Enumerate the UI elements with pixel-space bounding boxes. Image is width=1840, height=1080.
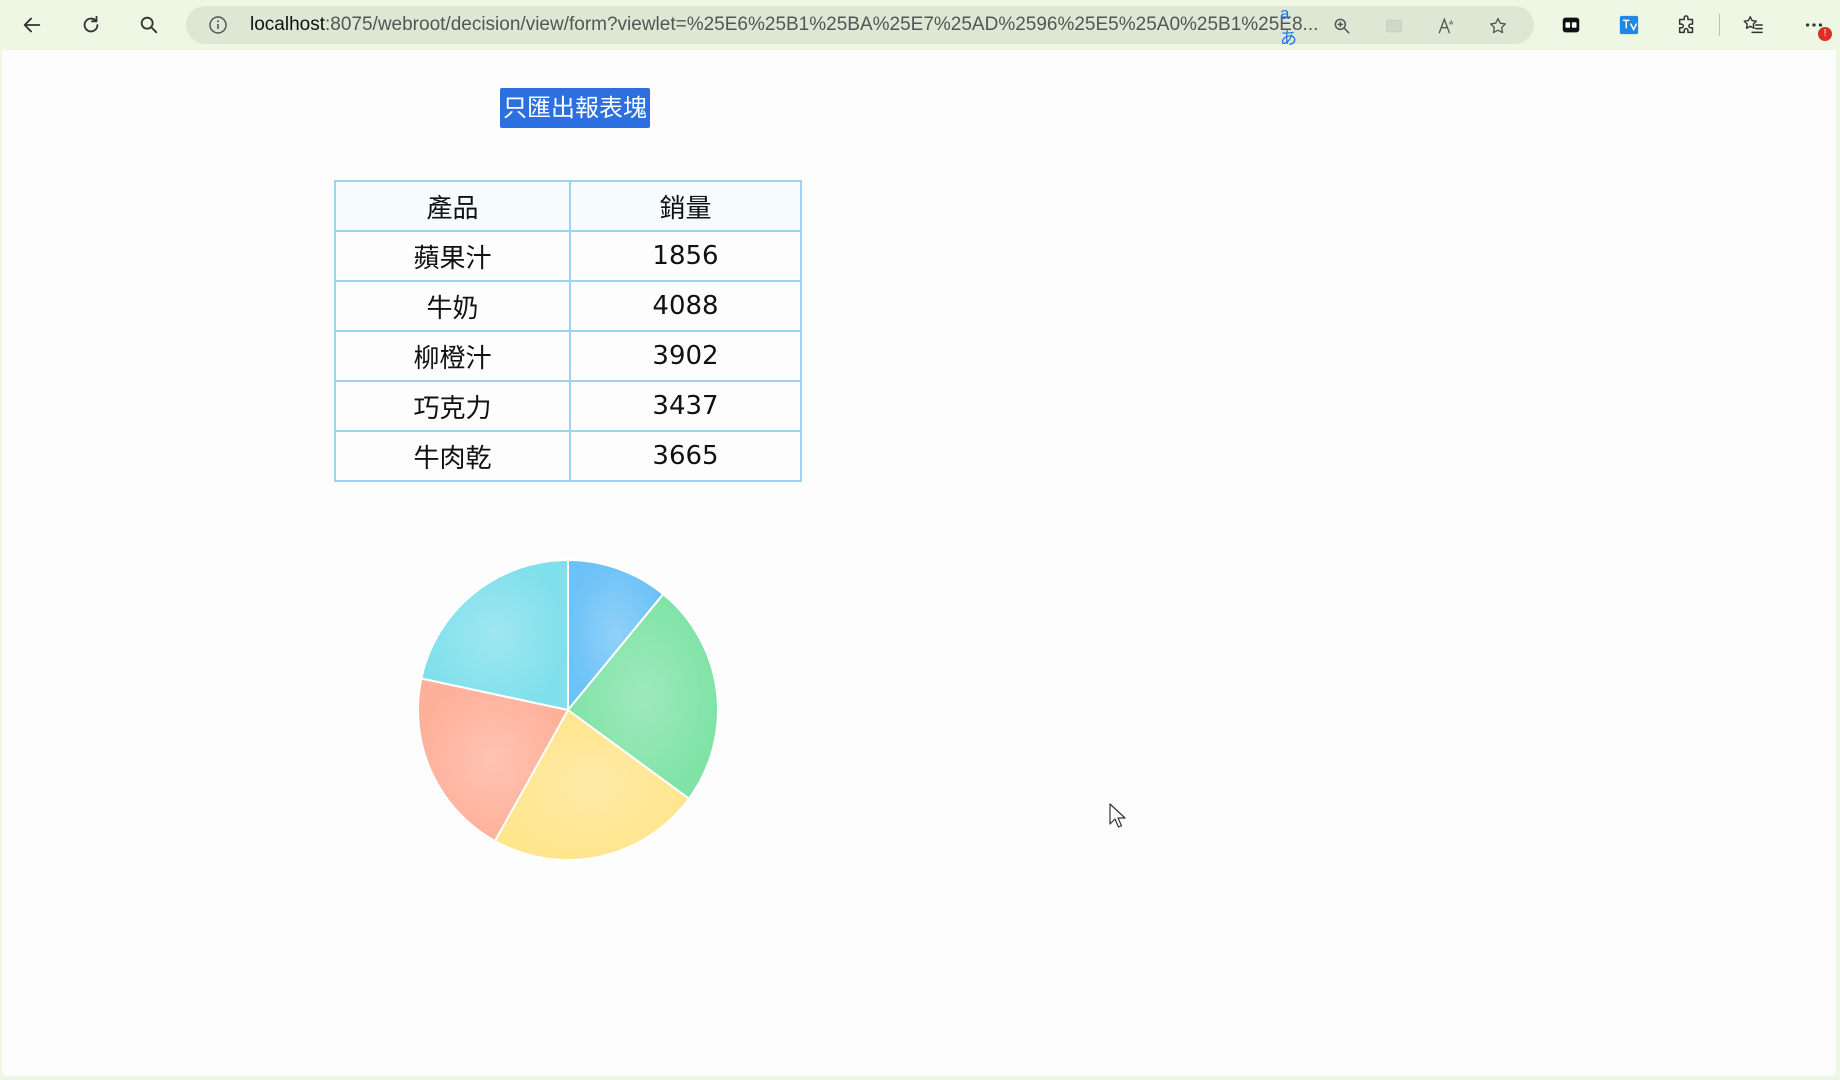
menu-button[interactable]: ! [1796,7,1832,43]
url-path: :8075/webroot/decision/view/form?viewlet… [325,14,1319,35]
star-icon [1490,17,1506,34]
notification-badge: ! [1818,27,1832,41]
cell-sales: 3902 [569,330,802,382]
immersive-button[interactable] [1383,15,1405,37]
table-row: 巧克力 3437 [334,380,802,432]
url-text[interactable]: localhost:8075/webroot/decision/view/for… [250,6,1450,44]
table-row: 蘋果汁 1856 [334,230,802,282]
cell-sales: 4088 [569,280,802,332]
reload-icon [83,15,99,33]
table-row: 柳橙汁 3902 [334,330,802,382]
cell-product: 牛奶 [334,280,571,332]
toolbar-divider [1719,14,1720,36]
favorite-button[interactable] [1487,15,1509,37]
sales-table: 產品 銷量 蘋果汁 1856 牛奶 4088 柳橙汁 3902 巧克力 3437 [334,180,802,482]
cell-product: 柳橙汁 [334,330,571,382]
search-button[interactable] [131,7,167,43]
favorites-list-icon [1743,16,1763,34]
puzzle-icon [1678,15,1694,34]
cell-sales: 3437 [569,380,802,432]
read-aloud-icon [1438,17,1453,34]
pie-chart [417,558,719,861]
table-row: 牛肉乾 3665 [334,430,802,482]
translate-extension-icon [1619,15,1639,35]
extension-button-2[interactable] [1611,7,1647,43]
header-product: 產品 [334,180,571,232]
report-page: 只匯出報表塊 產品 銷量 蘋果汁 1856 牛奶 4088 柳橙汁 3902 巧… [2,50,1836,1076]
header-sales: 銷量 [569,180,802,232]
favorites-button[interactable] [1735,7,1771,43]
back-button[interactable] [14,7,50,43]
arrow-left-icon [23,17,41,33]
cell-product: 牛肉乾 [334,430,571,482]
zoom-in-icon [1334,18,1350,34]
export-block-button[interactable]: 只匯出報表塊 [500,88,650,128]
extensions-button[interactable] [1669,7,1705,43]
cell-sales: 3665 [569,430,802,482]
extension-button-1[interactable] [1553,7,1589,43]
browser-toolbar: localhost:8075/webroot/decision/view/for… [0,0,1840,50]
table-header-row: 產品 銷量 [334,180,802,232]
zoom-button[interactable] [1331,15,1353,37]
url-host: localhost [250,14,325,35]
reload-button[interactable] [73,7,109,43]
mouse-cursor-icon [1109,803,1126,828]
info-icon[interactable] [208,15,228,35]
translate-icon: aあ [1280,3,1297,48]
reader-icon [1386,19,1402,33]
cell-product: 巧克力 [334,380,571,432]
table-row: 牛奶 4088 [334,280,802,332]
pie-chart-container [412,554,724,866]
translate-button[interactable]: aあ [1280,4,1302,48]
address-bar[interactable]: localhost:8075/webroot/decision/view/for… [186,4,1534,48]
search-icon [140,16,158,34]
cell-sales: 1856 [569,230,802,282]
cell-product: 蘋果汁 [334,230,571,282]
extension-app-icon [1562,17,1580,33]
read-aloud-button[interactable] [1435,15,1457,37]
